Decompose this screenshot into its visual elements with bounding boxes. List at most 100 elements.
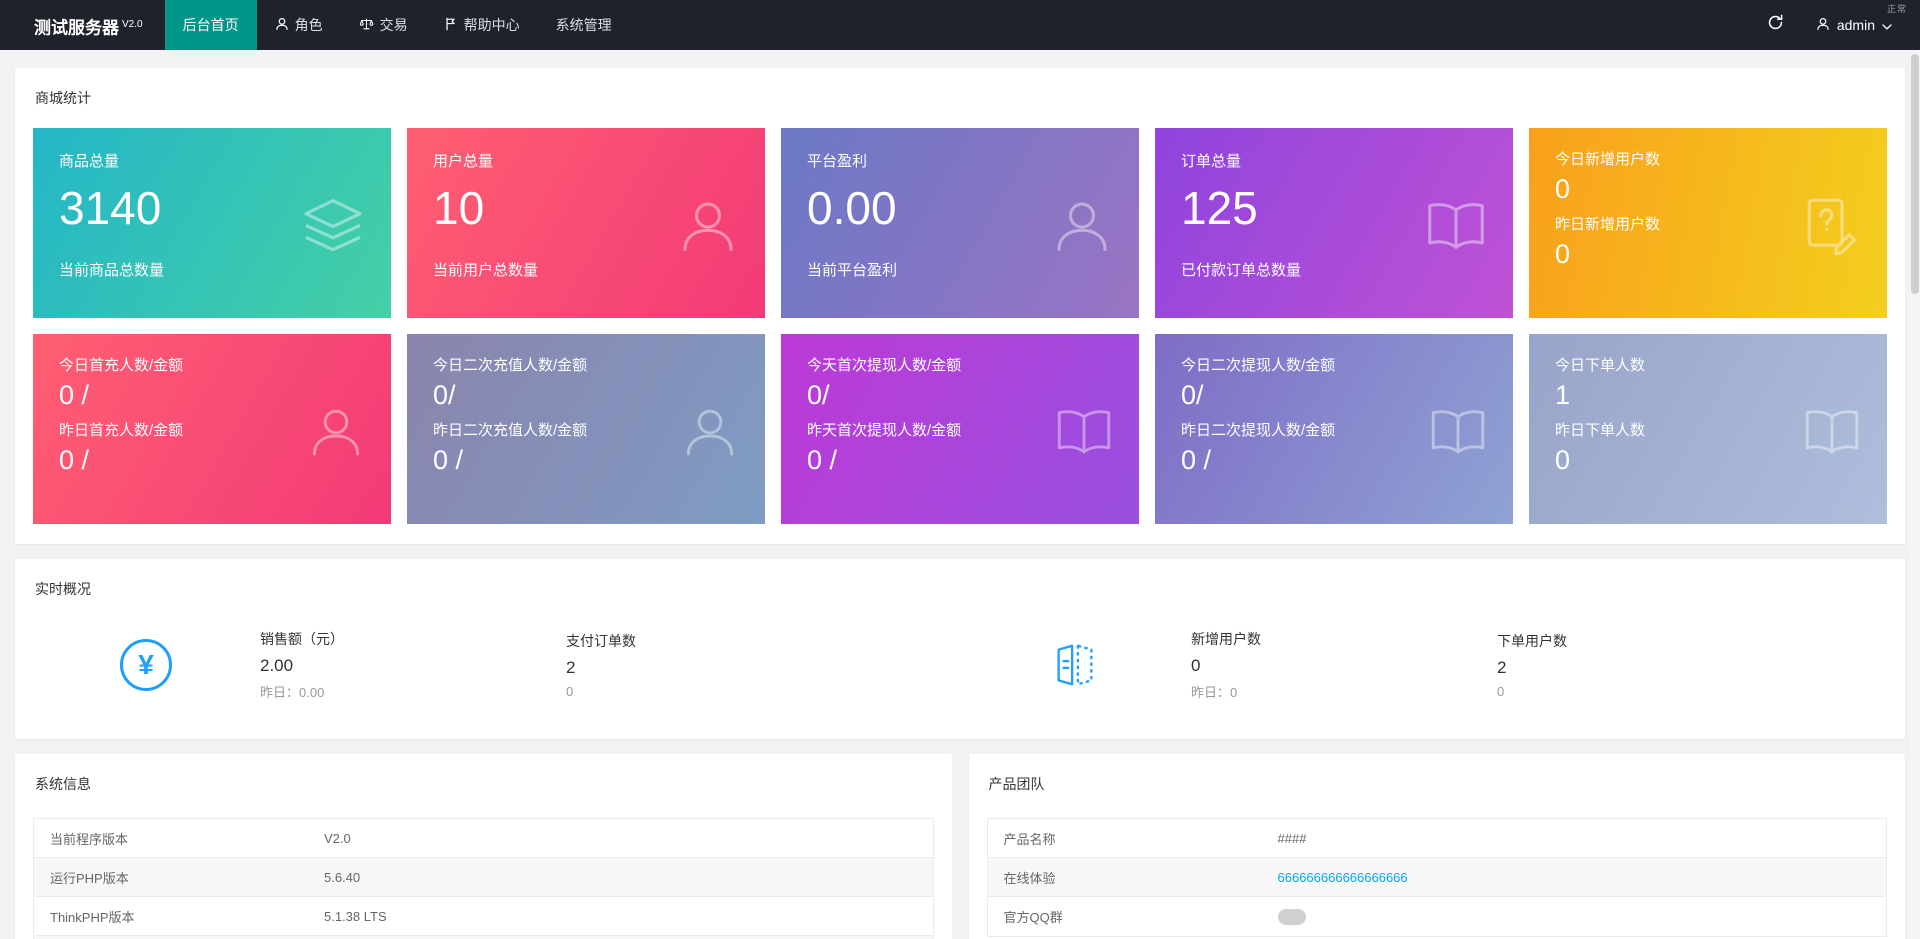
table-row: 在线体验 666666666666666666 xyxy=(988,858,1887,897)
stat-tile-second-withdraw-today: 今日二次提现人数/金额 0/ 昨日二次提现人数/金额 0 / xyxy=(1155,334,1513,524)
metric-value: 2 xyxy=(566,658,872,678)
metric-value: 0 xyxy=(1191,656,1497,676)
nav-item-home-label: 后台首页 xyxy=(183,15,239,35)
product-team-title: 产品团队 xyxy=(969,754,1906,810)
product-team-table: 产品名称 #### 在线体验 666666666666666666 官方QQ群 xyxy=(987,818,1888,937)
stat-tile-users-total: 用户总量 10 当前用户总数量 xyxy=(407,128,765,318)
row-value: V2.0 xyxy=(324,831,933,846)
nav-item-roles-label: 角色 xyxy=(295,15,323,35)
user-icon xyxy=(275,17,289,34)
tile-sublabel: 当前平台盈利 xyxy=(807,259,1113,280)
product-team-card: 产品团队 产品名称 #### 在线体验 666666666666666666 官… xyxy=(969,754,1906,939)
user-icon xyxy=(673,192,743,262)
book-icon xyxy=(1425,399,1491,465)
tile-label: 今日二次提现人数/金额 xyxy=(1181,354,1487,375)
app-title: 测试服务器V2.0 xyxy=(0,0,165,50)
tile-label: 商品总量 xyxy=(59,150,365,171)
tile-label: 今日二次充值人数/金额 xyxy=(433,354,739,375)
metric-label: 销售额（元） xyxy=(260,629,566,649)
mall-stats-card: 商城统计 商品总量 3140 当前商品总数量 用户总量 10 当前用户总数量 平… xyxy=(15,68,1905,544)
tile-label: 今日新增用户数 xyxy=(1555,148,1861,169)
system-info-card: 系统信息 当前程序版本 V2.0 运行PHP版本 5.6.40 ThinkPHP… xyxy=(15,754,952,939)
user-menu[interactable]: admin xyxy=(1816,17,1892,34)
nav-item-help-center-label: 帮助中心 xyxy=(464,15,520,35)
online-demo-link[interactable]: 666666666666666666 xyxy=(1278,870,1408,885)
stat-tile-goods-total: 商品总量 3140 当前商品总数量 xyxy=(33,128,391,318)
metric-sub: 0 xyxy=(566,684,872,699)
nav-item-trade[interactable]: 交易 xyxy=(341,0,426,50)
nav-item-help-center[interactable]: 帮助中心 xyxy=(426,0,538,50)
app-version: V2.0 xyxy=(122,19,143,30)
main-content: 商城统计 商品总量 3140 当前商品总数量 用户总量 10 当前用户总数量 平… xyxy=(0,50,1920,939)
row-value: #### xyxy=(1278,831,1887,846)
tile-sublabel: 已付款订单总数量 xyxy=(1181,259,1487,280)
metric-order-users: 下单用户数 2 0 xyxy=(1497,631,1803,699)
username: admin xyxy=(1837,17,1875,33)
yen-symbol: ¥ xyxy=(138,649,154,681)
metric-sub: 昨日：0 xyxy=(1191,682,1497,701)
bottom-section: 系统信息 当前程序版本 V2.0 运行PHP版本 5.6.40 ThinkPHP… xyxy=(15,754,1905,939)
realtime-overview-card: 实时概况 ¥ 销售额（元） 2.00 昨日：0.00 支付订单数 2 0 新增用… xyxy=(15,559,1905,739)
top-navbar: 测试服务器V2.0 后台首页 角色 交易 帮助中心 系统管理 admin xyxy=(0,0,1920,50)
scrollbar-thumb[interactable] xyxy=(1911,54,1919,294)
metric-label: 下单用户数 xyxy=(1497,631,1803,651)
stat-tile-first-withdraw-today: 今天首次提现人数/金额 0/ 昨天首次提现人数/金额 0 / xyxy=(781,334,1139,524)
user-icon xyxy=(677,399,743,465)
page-scrollbar[interactable] xyxy=(1910,50,1920,939)
metric-sales: 销售额（元） 2.00 昨日：0.00 xyxy=(260,629,566,701)
nav-item-system[interactable]: 系统管理 xyxy=(538,0,630,50)
table-row: 当前程序版本 V2.0 xyxy=(34,819,933,858)
metric-sub: 0 xyxy=(1497,684,1803,699)
nav-item-trade-label: 交易 xyxy=(380,15,408,35)
table-row: 产品名称 #### xyxy=(988,819,1887,858)
tile-label: 用户总量 xyxy=(433,150,739,171)
shop-icon xyxy=(1050,640,1100,690)
doc-question-icon xyxy=(1795,192,1865,262)
book-icon xyxy=(1799,399,1865,465)
realtime-body: ¥ 销售额（元） 2.00 昨日：0.00 支付订单数 2 0 新增用户数 0 … xyxy=(15,615,1905,739)
flag-icon xyxy=(444,17,458,34)
row-label: 在线体验 xyxy=(988,868,1278,887)
row-label: 当前程序版本 xyxy=(34,829,324,848)
tile-label: 平台盈利 xyxy=(807,150,1113,171)
user-icon xyxy=(1816,17,1830,34)
metric-value: 2 xyxy=(1497,658,1803,678)
metric-sub: 昨日：0.00 xyxy=(260,682,566,701)
stat-tile-first-charge-today: 今日首充人数/金额 0 / 昨日首充人数/金额 0 / xyxy=(33,334,391,524)
nav-item-system-label: 系统管理 xyxy=(556,15,612,35)
book-icon xyxy=(1421,192,1491,262)
refresh-button[interactable] xyxy=(1767,14,1784,36)
tile-label: 订单总量 xyxy=(1181,150,1487,171)
metric-label: 新增用户数 xyxy=(1191,629,1497,649)
user-icon xyxy=(1047,192,1117,262)
stat-tile-order-users-today: 今日下单人数 1 昨日下单人数 0 xyxy=(1529,334,1887,524)
nav-item-home[interactable]: 后台首页 xyxy=(165,0,257,50)
book-icon xyxy=(1051,399,1117,465)
mall-stats-title: 商城统计 xyxy=(15,68,1905,124)
stat-tile-platform-profit: 平台盈利 0.00 当前平台盈利 xyxy=(781,128,1139,318)
table-row: ThinkPHP版本 5.1.38 LTS xyxy=(34,897,933,936)
tile-label: 今日下单人数 xyxy=(1555,354,1861,375)
app-title-text: 测试服务器 xyxy=(34,19,119,38)
row-label: ThinkPHP版本 xyxy=(34,907,324,926)
layers-icon xyxy=(297,191,369,263)
tile-label: 今天首次提现人数/金额 xyxy=(807,354,1113,375)
stat-tile-orders-total: 订单总量 125 已付款订单总数量 xyxy=(1155,128,1513,318)
metric-new-users: 新增用户数 0 昨日：0 xyxy=(1191,629,1497,701)
tile-sublabel: 当前用户总数量 xyxy=(433,259,739,280)
main-nav: 后台首页 角色 交易 帮助中心 系统管理 xyxy=(165,0,630,50)
nav-item-roles[interactable]: 角色 xyxy=(257,0,341,50)
tile-label: 今日首充人数/金额 xyxy=(59,354,365,375)
system-info-table: 当前程序版本 V2.0 运行PHP版本 5.6.40 ThinkPHP版本 5.… xyxy=(33,818,934,939)
realtime-title: 实时概况 xyxy=(15,559,1905,615)
stat-tile-second-charge-today: 今日二次充值人数/金额 0/ 昨日二次充值人数/金额 0 / xyxy=(407,334,765,524)
row-value: 5.6.40 xyxy=(324,870,933,885)
refresh-icon xyxy=(1767,14,1784,36)
qq-group-badge[interactable] xyxy=(1278,909,1306,925)
chevron-down-icon xyxy=(1882,17,1892,33)
row-label: 运行PHP版本 xyxy=(34,868,324,887)
row-value: 5.1.38 LTS xyxy=(324,909,933,924)
row-label: 官方QQ群 xyxy=(988,907,1278,926)
scale-icon xyxy=(359,17,374,34)
row-label: 产品名称 xyxy=(988,829,1278,848)
